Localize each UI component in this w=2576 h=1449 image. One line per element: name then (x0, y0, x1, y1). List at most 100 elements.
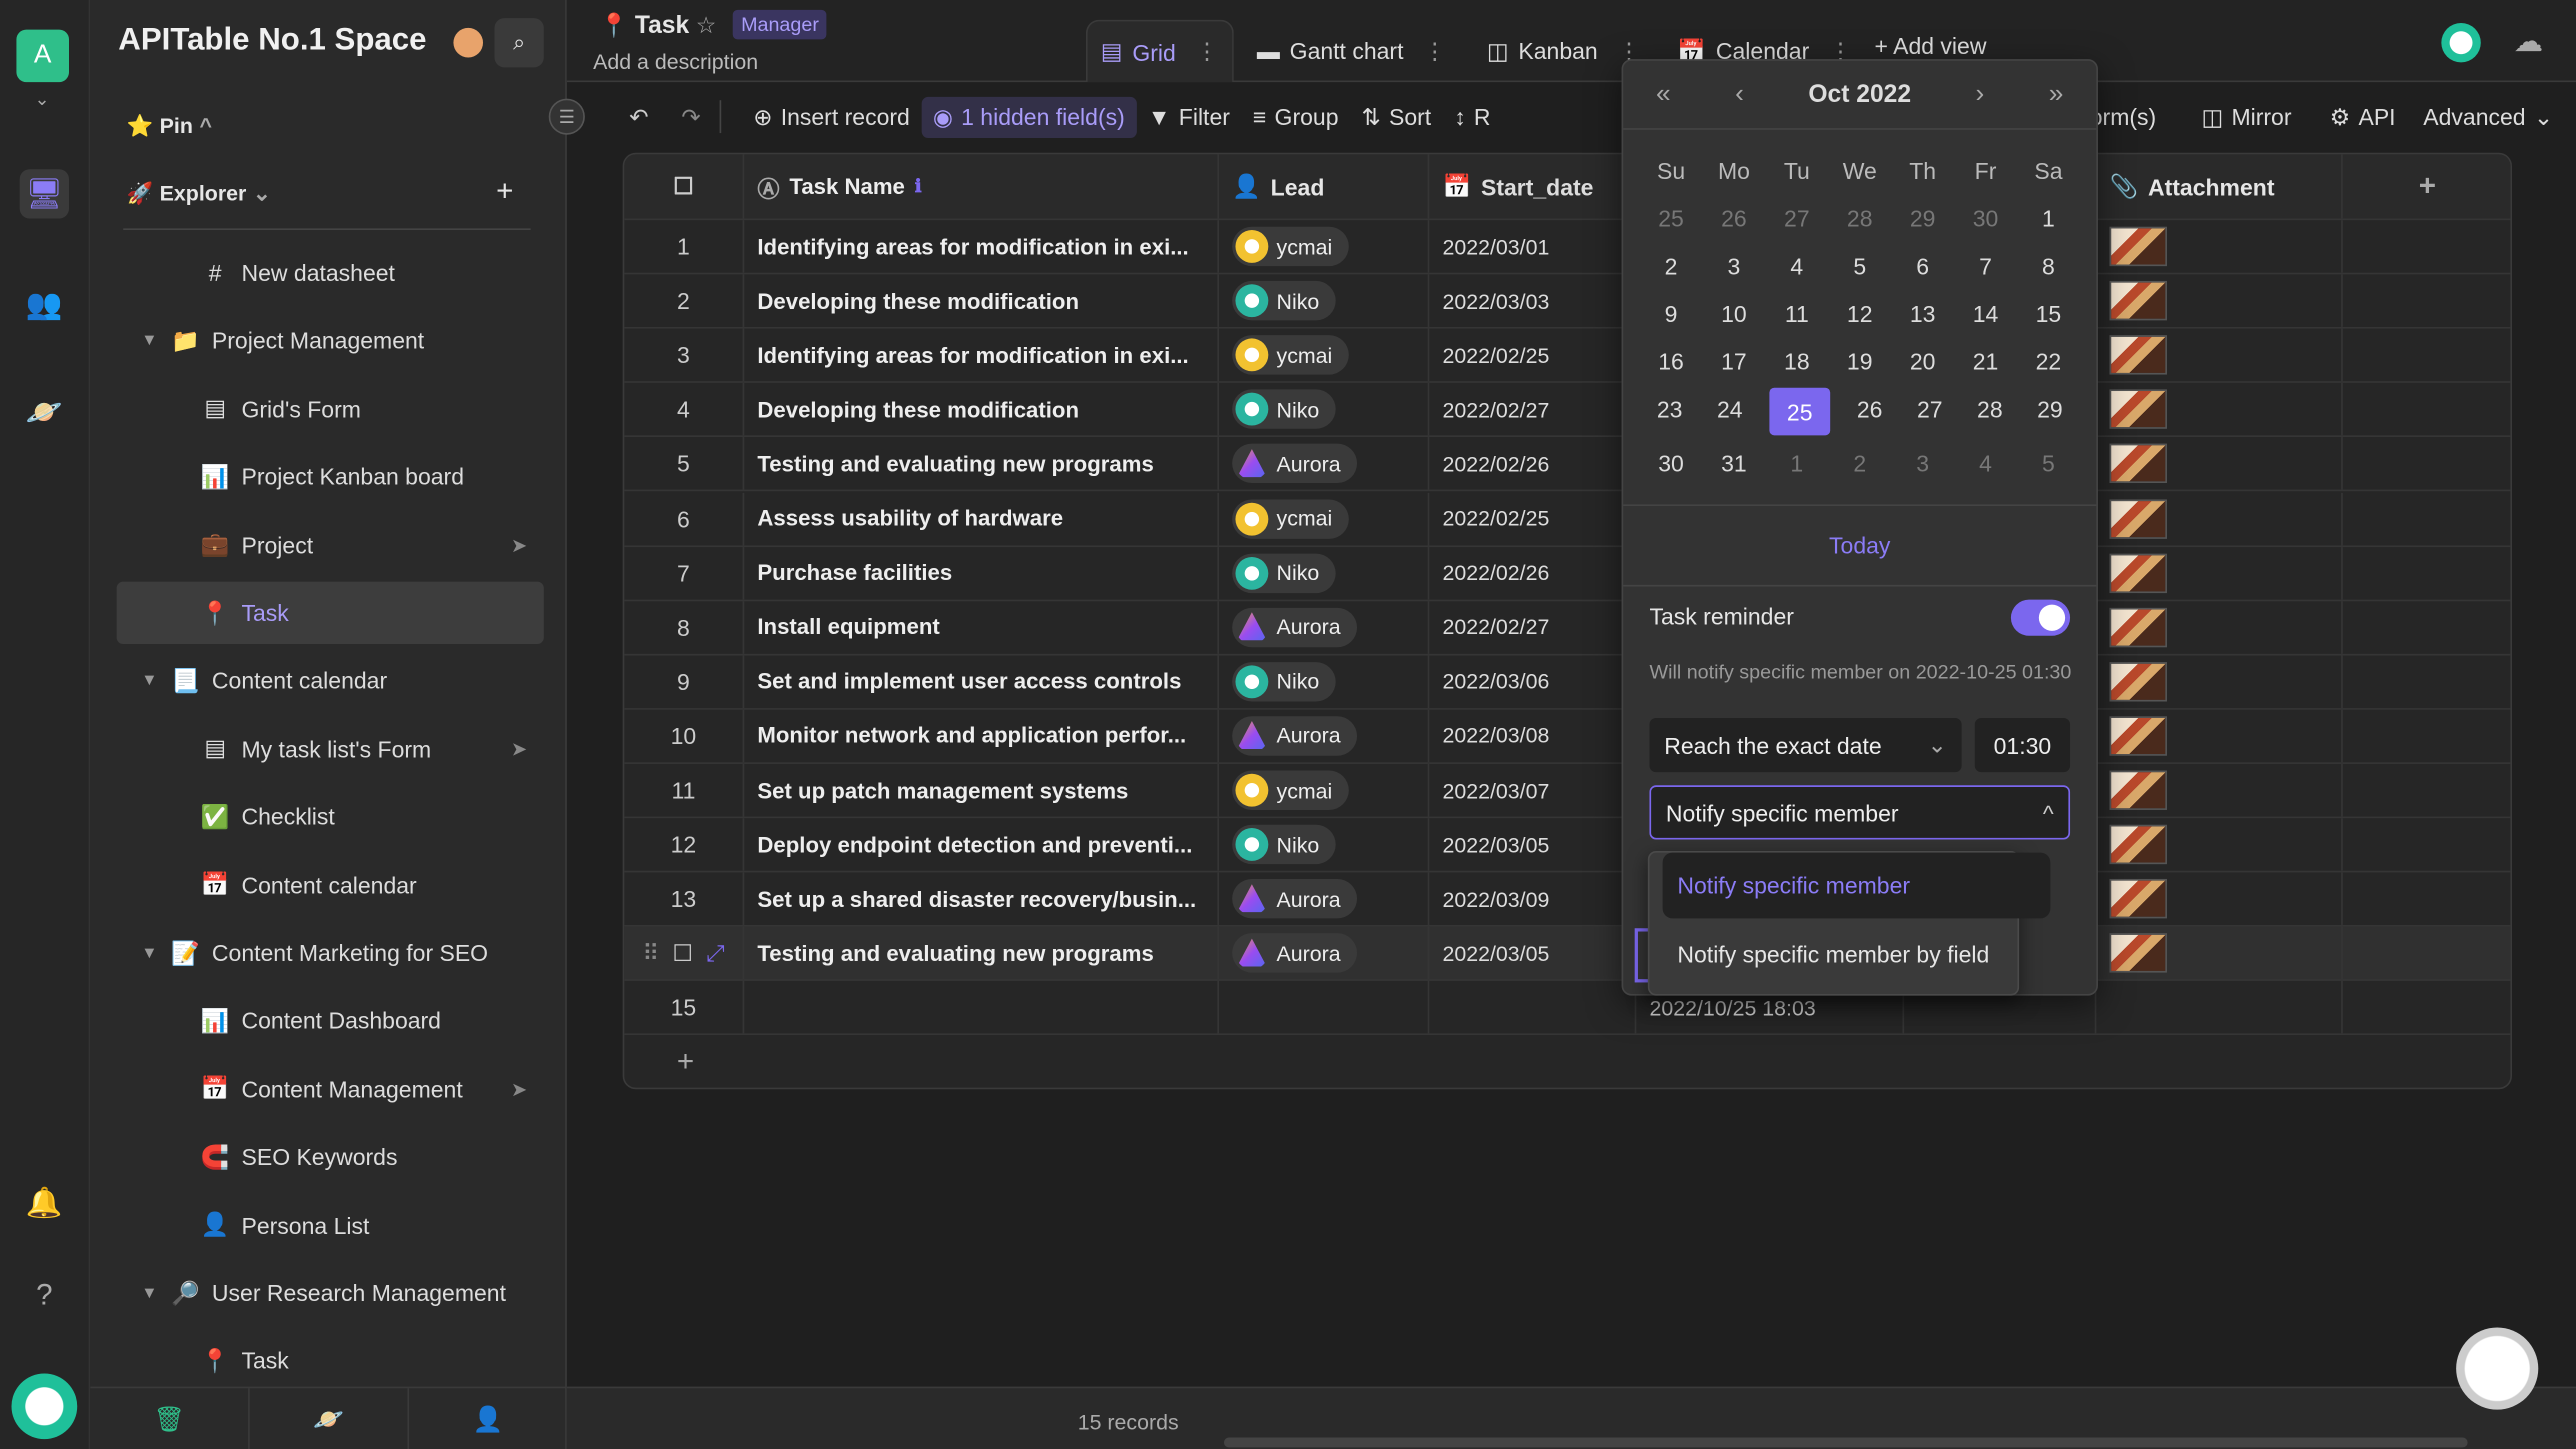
redo-icon[interactable]: ↷ (681, 103, 700, 131)
table-row[interactable]: 7 Purchase facilities Niko 2022/02/26 (624, 546, 2511, 601)
attachment-thumbnail[interactable] (2109, 335, 2167, 375)
table-row[interactable]: 13 Set up a shared disaster recovery/busi… (624, 872, 2511, 927)
user-avatar[interactable] (11, 1373, 78, 1440)
planet-icon[interactable]: 🪐 (250, 1388, 410, 1449)
calendar-day[interactable]: 3 (1703, 242, 1766, 290)
hidden-fields-button[interactable]: ◉ 1 hidden field(s) (921, 96, 1137, 138)
task-name-cell[interactable]: Set up patch management systems (744, 763, 1220, 817)
caret-down-icon[interactable]: ▼ (141, 1284, 157, 1302)
star-icon[interactable]: ☆ (696, 11, 717, 39)
task-name-cell[interactable]: Testing and evaluating new programs (744, 927, 1220, 980)
users-icon[interactable]: 👥 (20, 279, 69, 328)
lead-cell[interactable]: ycmai (1219, 328, 1430, 382)
task-name-cell[interactable]: Testing and evaluating new programs (744, 437, 1220, 491)
lead-cell[interactable]: Aurora (1219, 600, 1430, 654)
sidebar-item[interactable]: 🧲 SEO Keywords (117, 1126, 544, 1188)
table-row[interactable]: 12 Deploy endpoint detection and preventi… (624, 818, 2511, 873)
task-name-cell[interactable]: Identifying areas for modification in ex… (744, 220, 1220, 273)
explorer-section[interactable]: 🚀 Explorer ⌄ (127, 181, 271, 207)
invite-member-icon[interactable]: 👤 (409, 1388, 567, 1449)
caret-down-icon[interactable]: ▼ (141, 332, 157, 350)
caret-down-icon[interactable]: ▼ (141, 672, 157, 690)
attachment-cell[interactable] (2096, 437, 2343, 491)
calendar-day[interactable]: 25 (1640, 194, 1703, 242)
sidebar-item[interactable]: 📊 Content Dashboard (117, 990, 544, 1052)
add-view-button[interactable]: + Add view (1875, 33, 1987, 59)
option-notify-by-field[interactable]: Notify specific member by field (1663, 922, 2052, 988)
calendar-day[interactable]: 29 (2020, 384, 2080, 432)
calendar-day[interactable]: 20 (1891, 337, 1954, 385)
planet-icon[interactable]: 🪐 (20, 388, 69, 437)
attachment-cell[interactable] (2096, 981, 2343, 1035)
calendar-day[interactable]: 5 (2017, 439, 2080, 487)
attachment-thumbnail[interactable] (2109, 498, 2167, 539)
sidebar-item[interactable]: 📍 Task (116, 581, 544, 645)
undo-icon[interactable]: ↶ (629, 103, 648, 131)
sidebar-item[interactable]: ▼ 📝 Content Marketing for SEO (117, 922, 544, 984)
lead-cell[interactable]: Niko (1219, 818, 1430, 871)
calendar-day[interactable]: 21 (1954, 337, 2017, 385)
task-name-cell[interactable]: Install equipment (744, 600, 1220, 654)
add-node-icon[interactable]: + (496, 174, 513, 209)
table-row[interactable]: 11 Set up patch management systems ycmai 20… (624, 763, 2511, 819)
insert-record-button[interactable]: ⊕ Insert record (742, 96, 922, 137)
more-icon[interactable]: ⋮ (1423, 37, 1446, 65)
start-date-cell[interactable]: 2022/03/03 (1429, 274, 1637, 328)
lead-cell[interactable]: ycmai (1219, 492, 1430, 545)
calendar-day[interactable]: 29 (1891, 194, 1954, 242)
calendar-day[interactable]: 27 (1900, 384, 1960, 432)
column-header-attachment[interactable]: 📎 Attachment (2096, 154, 2343, 219)
calendar-day[interactable]: 2 (1640, 242, 1703, 290)
calendar-day[interactable]: 16 (1640, 337, 1703, 385)
search-icon[interactable]: ⌕ (494, 18, 544, 68)
task-name-cell[interactable]: Monitor network and application perfor..… (744, 709, 1220, 763)
calendar-day[interactable]: 18 (1765, 337, 1828, 385)
attachment-thumbnail[interactable] (2109, 281, 2167, 321)
attachment-cell[interactable] (2096, 328, 2343, 382)
sidebar-item[interactable]: ▼ 📁 Project Management (117, 310, 544, 372)
more-icon[interactable]: ⋮ (1196, 38, 1219, 66)
attachment-cell[interactable] (2096, 927, 2343, 980)
table-row[interactable]: 2 Developing these modification Niko 2022/0… (624, 274, 2511, 329)
attachment-thumbnail[interactable] (2109, 444, 2167, 484)
calendar-day[interactable]: 12 (1828, 289, 1891, 337)
attachment-thumbnail[interactable] (2109, 552, 2167, 593)
attachment-thumbnail[interactable] (2109, 770, 2167, 810)
datasheet-title[interactable]: Task (635, 11, 689, 39)
calendar-day[interactable]: 30 (1640, 439, 1703, 487)
sidebar-item[interactable]: 📅 Content calendar (117, 854, 544, 916)
row-checkbox[interactable]: ☐ (672, 939, 693, 967)
calendar-day[interactable]: 3 (1891, 439, 1954, 487)
attachment-thumbnail[interactable] (2109, 389, 2167, 430)
task-name-cell[interactable]: Developing these modification (744, 274, 1220, 328)
sidebar-item[interactable]: ▤ My task list's Form ➤ (117, 718, 544, 780)
calendar-day[interactable]: 10 (1703, 289, 1766, 337)
lead-cell[interactable]: Aurora (1219, 709, 1430, 763)
sidebar-item[interactable]: 👤 Persona List (117, 1194, 544, 1256)
group-button[interactable]: ≡ Group (1241, 97, 1350, 136)
row-height-button[interactable]: ↕ R (1443, 97, 1502, 136)
attachment-cell[interactable] (2096, 220, 2343, 273)
attachment-thumbnail[interactable] (2109, 661, 2167, 702)
sidebar-item[interactable]: ▤ Grid's Form (117, 378, 544, 440)
space-logo[interactable]: A (16, 29, 70, 83)
table-row[interactable]: 10 Monitor network and application perfor… (624, 709, 2511, 764)
task-name-cell[interactable]: Identifying areas for modification in ex… (744, 328, 1220, 382)
select-all-checkbox[interactable]: ☐ (624, 154, 745, 219)
record-count[interactable]: 15 records (1078, 1410, 1179, 1435)
calendar-day[interactable]: 13 (1891, 289, 1954, 337)
attachment-cell[interactable] (2096, 600, 2343, 654)
attachment-thumbnail[interactable] (2109, 824, 2167, 865)
lead-cell[interactable]: Aurora (1219, 872, 1430, 926)
api-button[interactable]: ⚙ API (2318, 96, 2407, 137)
next-year-icon[interactable]: » (2049, 80, 2064, 110)
sidebar-item[interactable]: 💼 Project ➤ (117, 514, 544, 576)
add-column-button[interactable]: + (2343, 154, 2511, 218)
start-date-cell[interactable]: 2022/03/09 (1429, 872, 1637, 926)
help-icon[interactable]: ? (20, 1270, 69, 1319)
attachment-thumbnail[interactable] (2109, 607, 2167, 647)
calendar-day[interactable]: 4 (1765, 242, 1828, 290)
prev-month-icon[interactable]: ‹ (1735, 80, 1744, 110)
option-notify-specific-member[interactable]: Notify specific member (1662, 852, 2051, 919)
table-row[interactable]: 5 Testing and evaluating new programs Auro… (624, 437, 2511, 492)
